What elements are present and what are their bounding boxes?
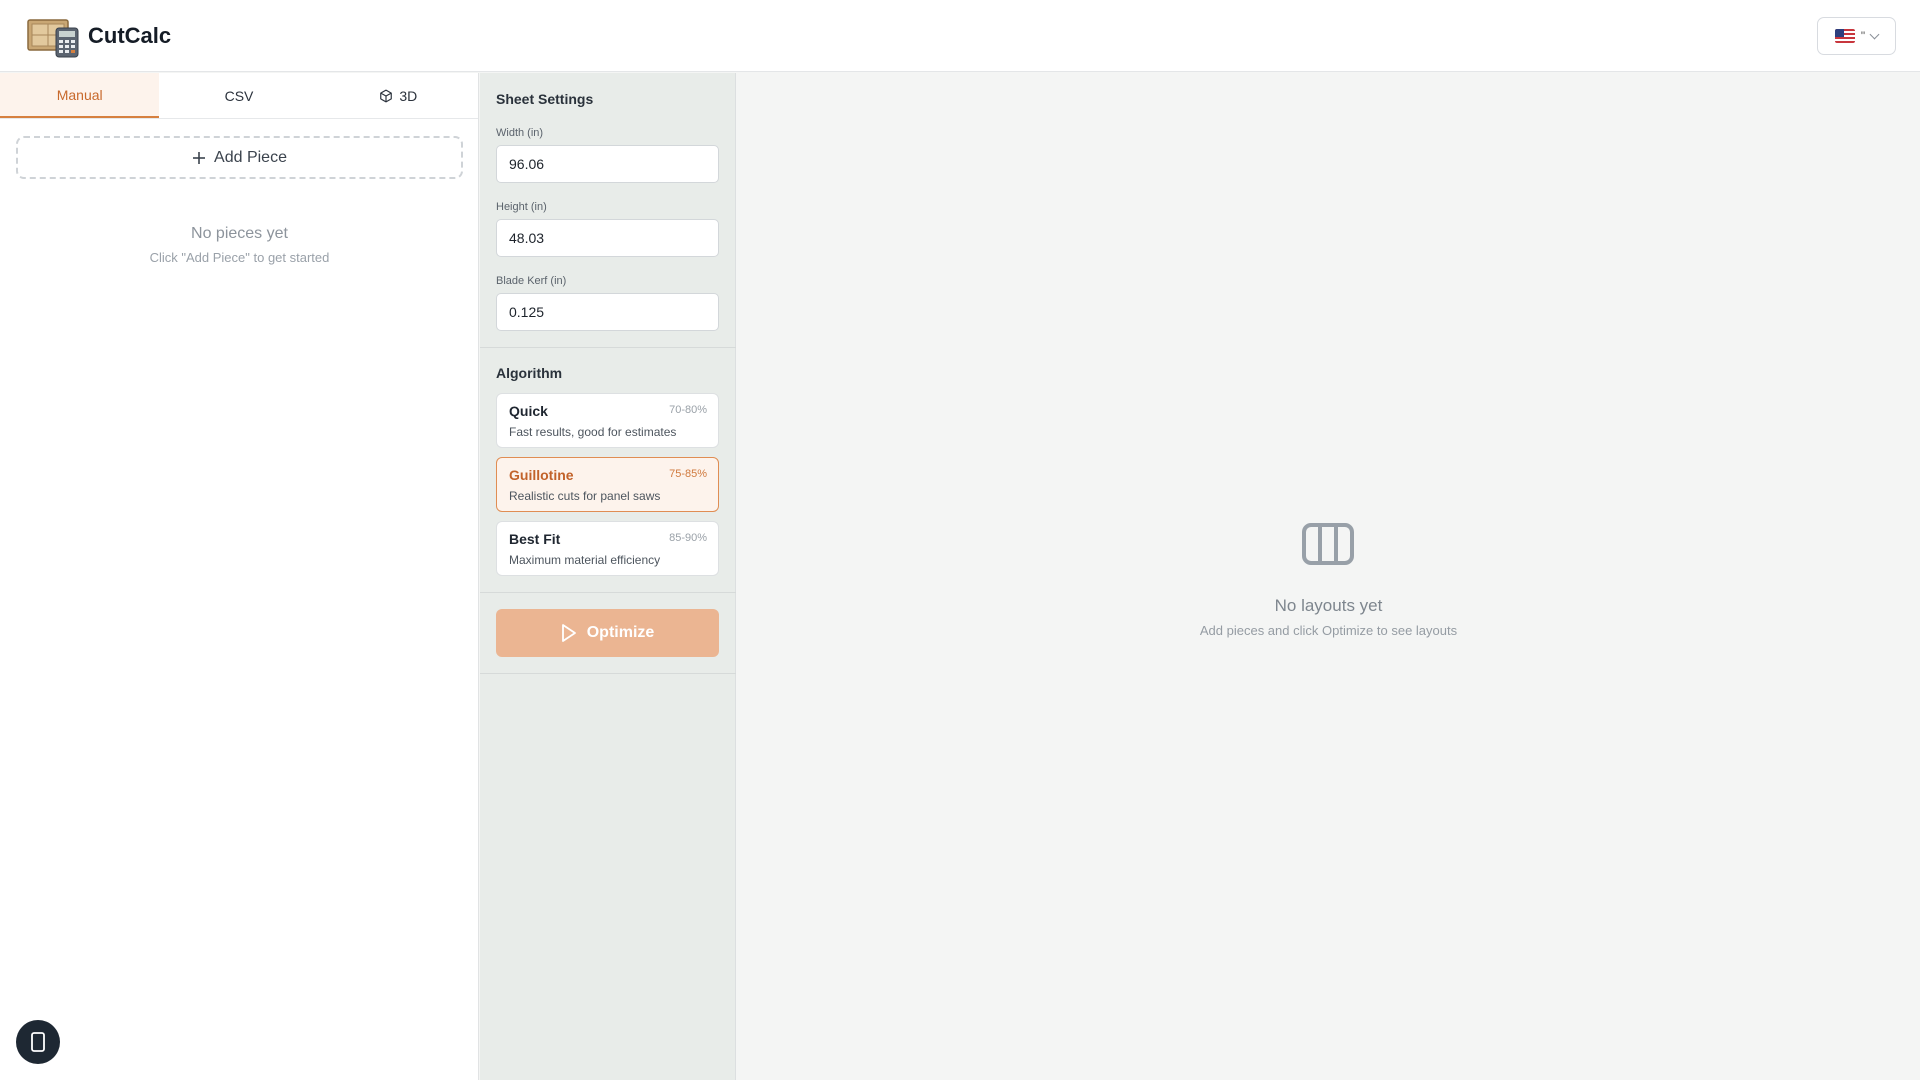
width-field[interactable]: 96.06 [496, 145, 719, 183]
settings-panel: Sheet Settings Width (in) 96.06 Height (… [480, 73, 736, 1080]
tab-manual[interactable]: Manual [0, 73, 160, 118]
language-label: " [1860, 29, 1866, 43]
algorithm-option-best-fit[interactable]: Best Fit 85-90% Maximum material efficie… [496, 521, 719, 576]
algorithm-name: Best Fit [509, 531, 561, 547]
height-label: Height (in) [496, 201, 547, 213]
divider [480, 592, 736, 593]
algorithm-range: 85-90% [669, 532, 707, 544]
tab-csv[interactable]: CSV [159, 73, 318, 118]
us-flag-icon [1834, 29, 1855, 43]
logo-icon [27, 19, 79, 58]
width-label: Width (in) [496, 127, 544, 139]
phone-icon [31, 1032, 45, 1052]
pieces-empty-title: No pieces yet [191, 225, 288, 242]
algorithm-option-quick[interactable]: Quick 70-80% Fast results, good for esti… [496, 393, 719, 448]
app-title: CutCalc [88, 23, 172, 48]
height-field[interactable]: 48.03 [496, 219, 719, 257]
tab-label: CSV [224, 87, 254, 104]
cube-icon [380, 89, 393, 102]
columns-icon [1302, 523, 1354, 565]
tab-3d[interactable]: 3D [319, 73, 478, 118]
algorithm-option-guillotine[interactable]: Guillotine 75-85% Realistic cuts for pan… [496, 457, 719, 512]
algorithm-title: Algorithm [496, 365, 563, 381]
algorithm-description: Maximum material efficiency [509, 553, 661, 567]
divider [480, 347, 736, 348]
chevron-down-icon [1869, 29, 1880, 39]
sheet-settings-title: Sheet Settings [496, 91, 594, 107]
play-icon [561, 624, 576, 642]
pieces-empty-subtitle: Click "Add Piece" to get started [149, 250, 330, 265]
optimize-label: Optimize [586, 624, 655, 641]
layouts-empty-title: No layouts yet [1274, 596, 1383, 615]
input-tabs: Manual CSV 3D [0, 73, 478, 119]
algorithm-name: Guillotine [509, 467, 574, 483]
optimize-button[interactable]: Optimize [496, 609, 719, 657]
plus-icon [193, 151, 206, 164]
tab-label: 3D [399, 87, 418, 104]
kerf-label: Blade Kerf (in) [496, 275, 567, 287]
divider [480, 673, 736, 674]
algorithm-range: 70-80% [669, 404, 707, 416]
mobile-view-button[interactable] [16, 1020, 60, 1064]
layouts-empty-subtitle: Add pieces and click Optimize to see lay… [1199, 623, 1458, 638]
algorithm-description: Fast results, good for estimates [509, 425, 677, 439]
add-piece-button[interactable]: Add Piece [16, 136, 463, 179]
language-selector[interactable]: " [1817, 17, 1896, 55]
pieces-panel: Manual CSV 3D Add Piece No pieces yet Cl… [0, 73, 479, 1080]
layouts-area: No layouts yet Add pieces and click Opti… [737, 73, 1920, 1080]
app-header: CutCalc " [0, 0, 1920, 72]
algorithm-range: 75-85% [669, 468, 707, 480]
add-piece-label: Add Piece [214, 148, 287, 166]
tab-label: Manual [56, 86, 103, 103]
kerf-field[interactable]: 0.125 [496, 293, 719, 331]
algorithm-description: Realistic cuts for panel saws [509, 489, 661, 503]
algorithm-name: Quick [509, 403, 548, 419]
